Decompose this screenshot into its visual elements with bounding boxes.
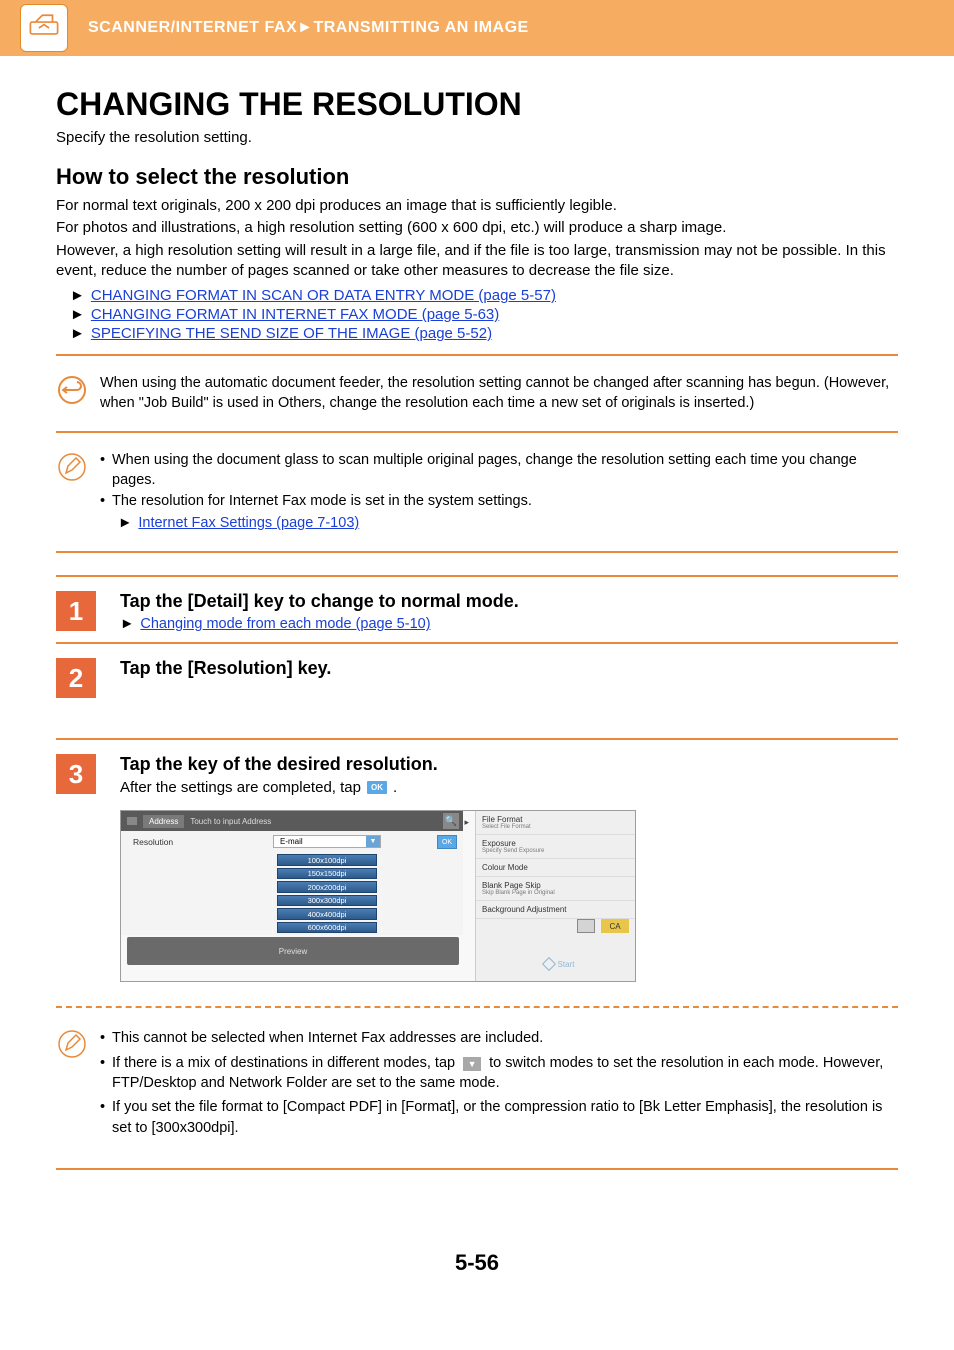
step-number: 2 — [56, 658, 96, 698]
dropdown-icon: ▼ — [463, 1057, 481, 1071]
divider — [56, 551, 898, 553]
search-icon[interactable]: 🔍 — [443, 813, 459, 829]
page-title: CHANGING THE RESOLUTION — [56, 86, 898, 123]
pencil-circle-icon — [56, 1028, 88, 1060]
note-adf: When using the automatic document feeder… — [56, 366, 898, 421]
page-number: 5-56 — [56, 1250, 898, 1276]
side-file-format[interactable]: File FormatSelect File Format — [476, 811, 635, 835]
arrow-icon: ► — [120, 616, 134, 632]
address-label: Address — [143, 815, 184, 828]
divider — [56, 642, 898, 644]
preview-button[interactable]: Preview — [127, 937, 459, 965]
step-title: Tap the [Resolution] key. — [120, 658, 898, 679]
breadcrumb: SCANNER/INTERNET FAX►TRANSMITTING AN IMA… — [88, 19, 529, 37]
step-2: 2 Tap the [Resolution] key. — [56, 658, 898, 698]
res-option-100[interactable]: 100x100dpi — [277, 854, 377, 865]
step-after-suffix: . — [393, 779, 397, 796]
side-blank-skip[interactable]: Blank Page SkipSkip Blank Page in Origin… — [476, 877, 635, 901]
res-option-150[interactable]: 150x150dpi — [277, 868, 377, 879]
step-number: 1 — [56, 591, 96, 631]
side-colour-mode[interactable]: Colour Mode — [476, 859, 635, 877]
paragraph: However, a high resolution setting will … — [56, 241, 898, 282]
step-3: 3 Tap the key of the desired resolution.… — [56, 754, 898, 982]
bullet-icon: • — [100, 451, 112, 490]
ca-button[interactable]: CA — [601, 919, 629, 933]
page-header: SCANNER/INTERNET FAX►TRANSMITTING AN IMA… — [0, 0, 954, 56]
divider — [56, 354, 898, 356]
step-title: Tap the [Detail] key to change to normal… — [120, 591, 898, 612]
scanner-icon — [20, 4, 68, 52]
breadcrumb-page: TRANSMITTING AN IMAGE — [313, 19, 528, 36]
resolution-label: Resolution — [121, 831, 191, 935]
dashed-divider — [56, 1006, 898, 1008]
mode-dropdown[interactable]: E-mail ▼ — [273, 835, 381, 848]
res-option-400[interactable]: 400x400dpi — [277, 908, 377, 919]
note-glass: •When using the document glass to scan m… — [56, 443, 898, 541]
bullet-icon: • — [100, 1028, 112, 1048]
link-changing-mode[interactable]: Changing mode from each mode (page 5-10) — [140, 616, 430, 632]
ok-button[interactable]: OK — [437, 835, 457, 849]
note-text: When using the document glass to scan mu… — [112, 451, 898, 490]
arrow-icon: ► — [70, 325, 85, 342]
preview-thumbnail[interactable] — [577, 919, 595, 933]
bullet-icon: • — [100, 492, 112, 512]
res-option-200[interactable]: 200x200dpi — [277, 881, 377, 892]
link-format-scan[interactable]: CHANGING FORMAT IN SCAN OR DATA ENTRY MO… — [91, 287, 556, 304]
link-send-size[interactable]: SPECIFYING THE SEND SIZE OF THE IMAGE (p… — [91, 325, 492, 342]
intro-text: Specify the resolution setting. — [56, 129, 898, 146]
address-placeholder: Touch to input Address — [190, 817, 271, 826]
bullet-icon: • — [100, 1053, 112, 1094]
side-bg-adjust[interactable]: Background Adjustment — [476, 901, 635, 919]
divider — [56, 431, 898, 433]
arrow-icon: ► — [70, 287, 85, 304]
side-exposure[interactable]: ExposureSpecify Send Exposure — [476, 835, 635, 859]
note-text: If you set the file format to [Compact P… — [112, 1097, 898, 1138]
note-text: The resolution for Internet Fax mode is … — [112, 492, 532, 512]
keyboard-icon — [127, 817, 137, 825]
link-format-ifax[interactable]: CHANGING FORMAT IN INTERNET FAX MODE (pa… — [91, 306, 499, 323]
divider — [56, 1168, 898, 1170]
note-text: This cannot be selected when Internet Fa… — [112, 1028, 543, 1048]
step-1: 1 Tap the [Detail] key to change to norm… — [56, 591, 898, 632]
divider — [56, 575, 898, 577]
breadcrumb-section: SCANNER/INTERNET FAX — [88, 19, 297, 36]
link-ifax-settings[interactable]: Internet Fax Settings (page 7-103) — [138, 515, 359, 531]
arrow-icon: ► — [70, 306, 85, 323]
paragraph: For photos and illustrations, a high res… — [56, 218, 898, 238]
chevron-down-icon: ▼ — [366, 836, 380, 847]
divider — [56, 738, 898, 740]
res-option-600[interactable]: 600x600dpi — [277, 922, 377, 933]
pencil-circle-icon — [56, 451, 88, 483]
chevron-right-icon[interactable]: ▸ — [464, 817, 469, 828]
paragraph: For normal text originals, 200 x 200 dpi… — [56, 196, 898, 216]
bullet-icon: • — [100, 1097, 112, 1138]
section-heading: How to select the resolution — [56, 164, 898, 190]
device-screenshot: Address Touch to input Address 🔍 ▸ Resol… — [120, 810, 636, 982]
note-text: If there is a mix of destinations in dif… — [112, 1053, 898, 1094]
step-after-text: After the settings are completed, tap — [120, 779, 361, 796]
ok-chip-icon: OK — [367, 781, 387, 794]
return-icon — [56, 374, 88, 406]
res-option-300[interactable]: 300x300dpi — [277, 895, 377, 906]
note-text: When using the automatic document feeder… — [100, 374, 898, 413]
step-number: 3 — [56, 754, 96, 794]
arrow-icon: ► — [118, 515, 132, 531]
related-links: ► CHANGING FORMAT IN SCAN OR DATA ENTRY M… — [70, 287, 898, 342]
step-title: Tap the key of the desired resolution. — [120, 754, 898, 775]
bottom-notes: •This cannot be selected when Internet F… — [56, 1020, 898, 1149]
start-button[interactable]: Start — [489, 953, 629, 975]
